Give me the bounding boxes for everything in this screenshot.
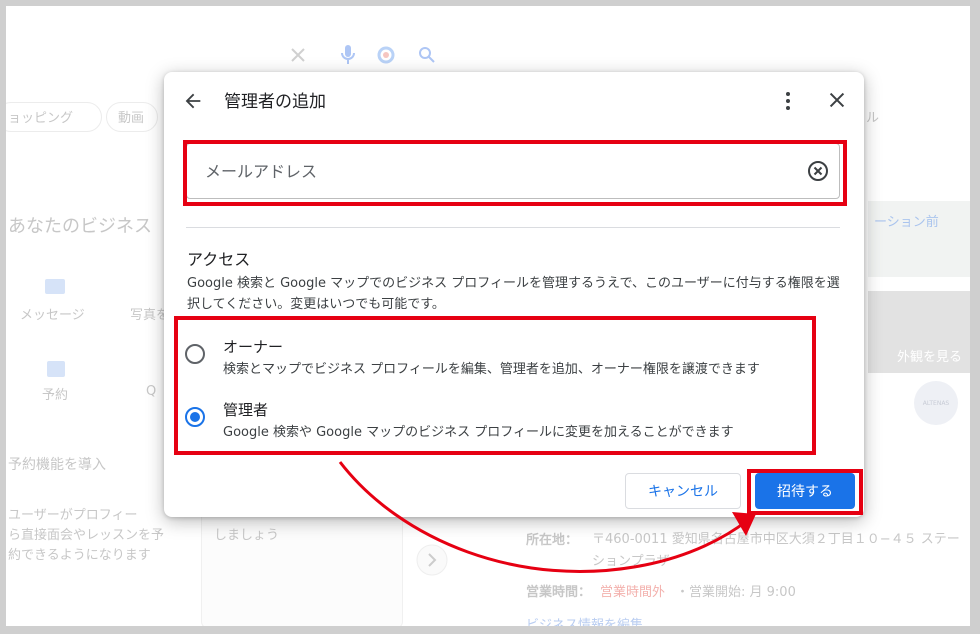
- annotation-arrow-path: [338, 461, 749, 573]
- annotation-arrow: [338, 461, 756, 573]
- annotation-arrow-head: [732, 512, 756, 536]
